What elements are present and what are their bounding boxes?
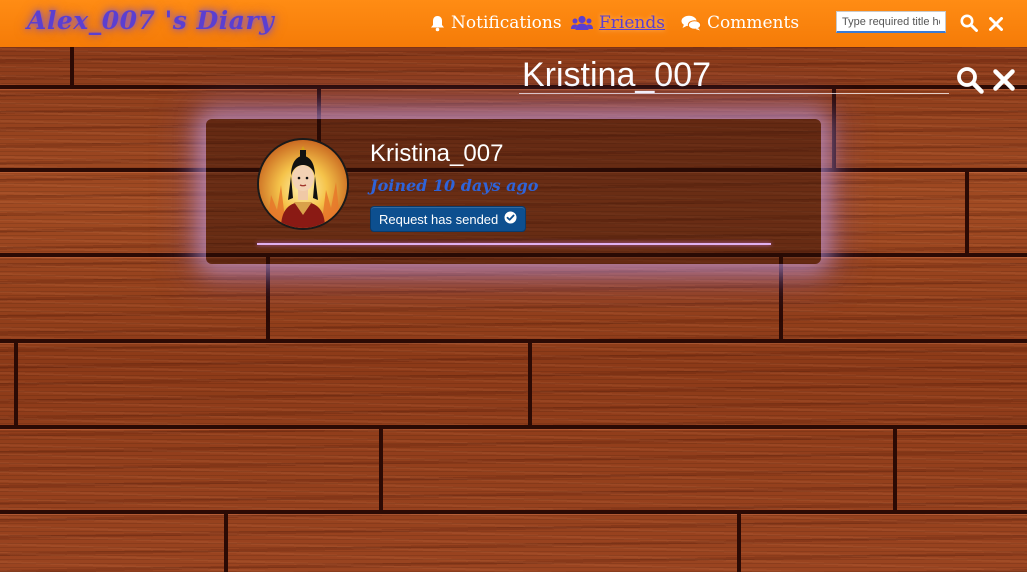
plank-seam (737, 510, 741, 572)
plank-seam (528, 339, 532, 425)
joined-date: Joined 10 days ago (370, 176, 539, 195)
plank-seam (0, 339, 1027, 343)
plank-seam (832, 85, 836, 168)
card-divider (257, 243, 771, 245)
search-icon[interactable] (960, 14, 978, 36)
close-icon[interactable] (993, 69, 1015, 95)
nav-comments-label: Comments (707, 13, 800, 33)
nav-friends-label: Friends (599, 13, 665, 33)
plank-seam (379, 425, 383, 510)
friend-search-input[interactable]: Kristina_007 (519, 56, 949, 94)
plank-seam (0, 510, 1027, 514)
plank-seam (0, 425, 1027, 429)
top-navbar: Alex_007 's Diary Notifications Friends (0, 0, 1027, 47)
user-result-card: Kristina_007 Joined 10 days ago Request … (206, 119, 821, 264)
close-icon[interactable] (989, 16, 1003, 35)
users-icon (571, 15, 593, 31)
check-circle-icon (504, 211, 517, 227)
plank-seam (224, 510, 228, 572)
header-search-input[interactable] (836, 11, 946, 33)
nav-comments[interactable]: Comments (681, 13, 799, 33)
plank-seam (14, 339, 18, 425)
plank-seam (779, 253, 783, 339)
request-sent-button[interactable]: Request has sended (370, 206, 527, 232)
plank-seam (965, 168, 969, 253)
request-sent-label: Request has sended (379, 211, 499, 227)
comments-icon (681, 15, 701, 31)
nav-notifications[interactable]: Notifications (430, 13, 562, 33)
plank-seam (893, 425, 897, 510)
search-icon[interactable] (956, 66, 984, 98)
plank-seam (70, 47, 74, 85)
result-username[interactable]: Kristina_007 (370, 140, 503, 168)
avatar[interactable] (257, 138, 349, 230)
nav-friends[interactable]: Friends (571, 13, 665, 33)
nav-notifications-label: Notifications (451, 13, 562, 33)
plank-seam (266, 253, 270, 339)
bell-icon (430, 15, 445, 32)
brand-logo[interactable]: Alex_007 's Diary (27, 6, 274, 35)
